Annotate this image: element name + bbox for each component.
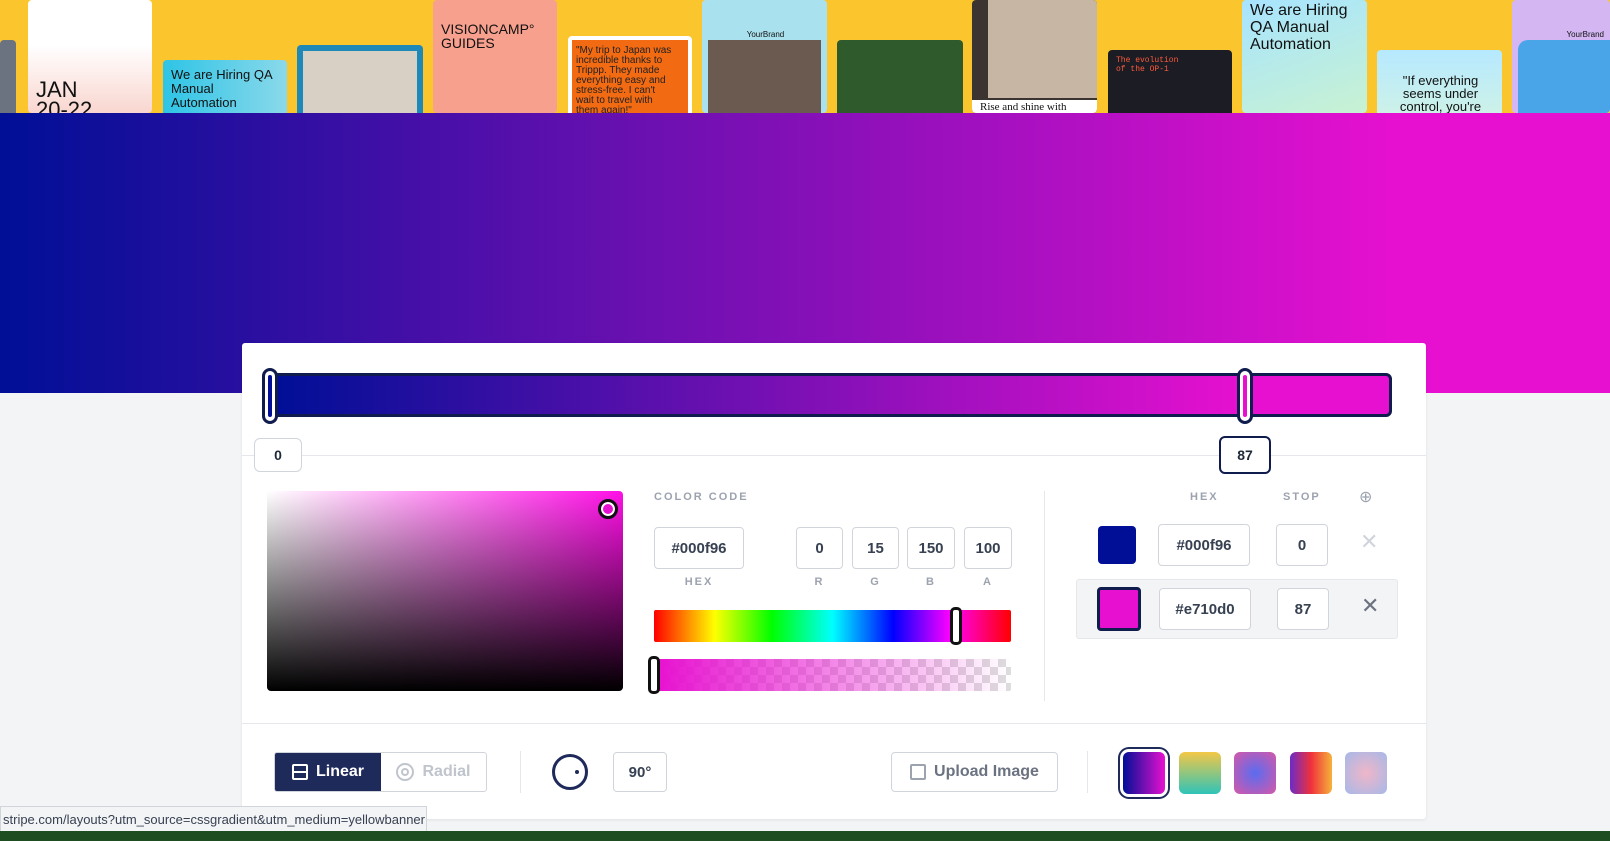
banner-card-text: Rise and shine with [972, 100, 1097, 113]
upload-image-label: Upload Image [934, 763, 1039, 780]
stop-handle-87[interactable] [1237, 368, 1253, 424]
template-banner[interactable]: JAN 20-22 We are Hiring QA Manual Automa… [0, 0, 1610, 113]
b-input[interactable]: 150 [907, 527, 955, 569]
banner-card-text: We are Hiring QA Manual Automation [1250, 2, 1348, 53]
angle-input[interactable]: 90° [613, 752, 667, 792]
preset-swatch-5[interactable] [1345, 752, 1387, 794]
banner-card[interactable] [0, 40, 16, 113]
alpha-slider[interactable] [648, 656, 1011, 694]
banner-card-text: "My trip to Japan was incredible thanks … [576, 45, 672, 114]
plus-circle-icon[interactable]: ⊕ [1359, 487, 1372, 507]
banner-card[interactable]: "My trip to Japan was incredible thanks … [568, 36, 692, 113]
banner-card[interactable] [297, 45, 423, 113]
a-input[interactable]: 100 [964, 527, 1012, 569]
banner-card-text: VISIONCAMP° GUIDES [441, 21, 535, 51]
linear-icon [291, 764, 308, 780]
stop-row-active[interactable]: #e710d0 87 ✕ [1076, 579, 1398, 639]
saturation-picker[interactable] [267, 491, 623, 691]
linear-button[interactable]: Linear [275, 753, 381, 791]
stop-row[interactable]: #000f96 0 ✕ [1076, 519, 1392, 571]
preset-swatch-2[interactable] [1179, 752, 1221, 794]
banner-card[interactable]: VISIONCAMP° GUIDES [433, 0, 557, 113]
angle-dial-icon[interactable] [552, 754, 588, 790]
hue-slider[interactable] [654, 607, 1011, 645]
r-input[interactable]: 0 [796, 527, 843, 569]
preset-swatch-1[interactable] [1123, 752, 1165, 794]
gradient-type-toggle[interactable]: Linear Radial [274, 752, 487, 792]
a-label: A [983, 576, 993, 588]
banner-card[interactable]: JAN 20-22 [28, 0, 152, 113]
image-icon [910, 764, 927, 780]
banner-card[interactable]: YourBrand [1512, 0, 1610, 113]
banner-card[interactable]: "If everything seems under control, you'… [1377, 50, 1502, 113]
close-icon[interactable]: ✕ [1361, 593, 1379, 619]
stop-swatch[interactable] [1098, 526, 1136, 564]
gradient-editor-panel: 0 87 COLOR CODE #000f96 0 15 150 100 HEX… [242, 343, 1426, 819]
section-divider [1044, 491, 1045, 701]
banner-card[interactable]: Rise and shine with [972, 0, 1097, 113]
banner-card[interactable] [837, 40, 963, 113]
g-label: G [870, 576, 881, 588]
radial-button[interactable]: Radial [381, 753, 486, 791]
footer-divider [1087, 751, 1088, 793]
stop-position-input[interactable]: 87 [1277, 588, 1329, 630]
g-input[interactable]: 15 [852, 527, 899, 569]
hex-label: HEX [684, 576, 714, 588]
stop-hex-input[interactable]: #000f96 [1158, 524, 1250, 566]
saturation-knob[interactable] [598, 499, 618, 519]
radial-label: Radial [422, 763, 471, 780]
banner-card[interactable]: The evolution of the OP-1 [1108, 50, 1232, 113]
banner-card-text: JAN 20-22 [36, 77, 93, 114]
stop-hex-input[interactable]: #e710d0 [1159, 588, 1251, 630]
banner-card[interactable]: We are Hiring QA Manual Automation [1242, 0, 1367, 113]
close-icon[interactable]: ✕ [1360, 529, 1378, 555]
stop-handle-0[interactable] [262, 368, 278, 424]
stop-position-87[interactable]: 87 [1219, 436, 1271, 474]
footer-divider [520, 751, 521, 793]
stop-position-input[interactable]: 0 [1276, 524, 1328, 566]
b-label: B [926, 576, 936, 588]
preset-swatch-3[interactable] [1234, 752, 1276, 794]
hex-input[interactable]: #000f96 [654, 527, 744, 569]
preset-swatch-4[interactable] [1290, 752, 1332, 794]
banner-card-text: We are Hiring QA Manual Automation [171, 67, 273, 110]
r-label: R [814, 576, 825, 588]
linear-label: Linear [315, 763, 364, 780]
hue-slider-grip[interactable] [950, 607, 962, 645]
alpha-slider-grip[interactable] [648, 656, 660, 694]
status-bar-url: stripe.com/layouts?utm_source=cssgradien… [0, 806, 427, 832]
banner-card[interactable]: We are Hiring QA Manual Automation [163, 60, 287, 113]
stops-stop-header: STOP [1283, 491, 1321, 503]
banner-card-text: The evolution of the OP-1 [1116, 56, 1179, 74]
stop-swatch[interactable] [1097, 587, 1141, 631]
banner-card[interactable]: YourBrand [702, 0, 827, 113]
radial-icon [396, 763, 415, 781]
taskbar [0, 831, 1610, 841]
gradient-bar[interactable] [272, 373, 1392, 417]
footer-divider [242, 723, 1426, 724]
stop-position-0[interactable]: 0 [254, 438, 302, 472]
upload-image-button[interactable]: Upload Image [891, 752, 1058, 792]
color-code-label: COLOR CODE [654, 491, 749, 503]
banner-card-text: "If everything seems under control, you'… [1399, 73, 1482, 113]
stops-hex-header: HEX [1190, 491, 1219, 503]
